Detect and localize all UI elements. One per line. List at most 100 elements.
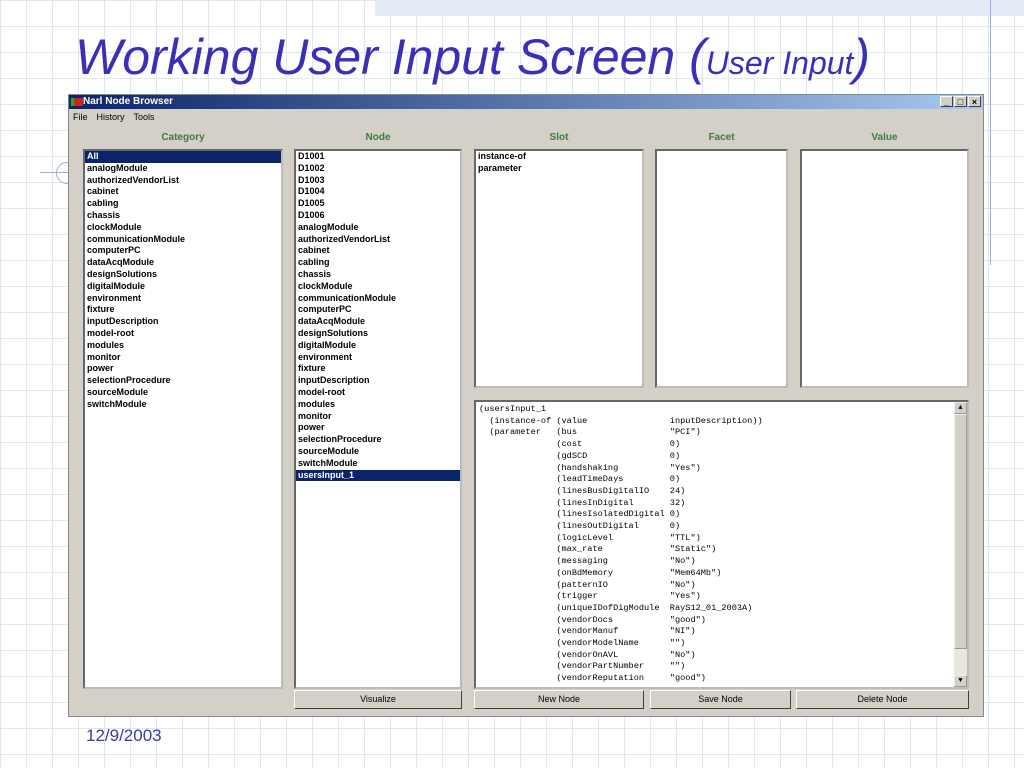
category-list-item[interactable]: designSolutions [85,269,281,281]
category-list-item[interactable]: power [85,363,281,375]
node-definition-text[interactable]: (usersInput_1 (instance-of (value inputD… [474,400,969,689]
slot-list-item[interactable]: parameter [476,163,642,175]
category-list[interactable]: All analogModule authorizedVendorList cabin… [83,149,283,689]
code-line: (vendorModelName "") [479,638,686,649]
category-list-item[interactable]: switchModule [85,399,281,411]
title-bar[interactable]: Narl Node Browser _ □ × [69,95,983,109]
category-list-item[interactable]: fixture [85,304,281,316]
facet-header: Facet [708,132,735,143]
code-line: (vendorOnAVL "No") [479,649,696,660]
slot-list-item[interactable]: instance-of [476,151,642,163]
save-node-button[interactable]: Save Node [650,690,791,709]
node-list-item[interactable]: D1005 [296,198,460,210]
scroll-up-button[interactable]: ▲ [954,402,967,414]
decorative-band [375,0,1024,16]
close-button[interactable]: × [968,96,981,107]
value-header: Value [871,132,898,143]
node-header: Node [365,132,391,143]
node-list[interactable]: D1001 D1002 D1003 D1004 D1005 D1006 analogModu… [294,149,462,689]
node-list-item[interactable]: dataAcqModule [296,316,460,328]
node-list-item[interactable]: cabinet [296,245,460,257]
scrollbar[interactable]: ▲ ▼ [954,402,967,687]
category-list-item[interactable]: sourceModule [85,387,281,399]
slide-date: 12/9/2003 [86,726,162,745]
code-line: (linesIsolatedDigital 0) [479,509,681,520]
node-list-item[interactable]: D1003 [296,175,460,187]
node-list-item[interactable]: D1006 [296,210,460,222]
category-list-item[interactable]: computerPC [85,245,281,257]
maximize-button[interactable]: □ [954,96,967,107]
menu-tools[interactable]: Tools [134,109,155,125]
node-list-item[interactable]: D1004 [296,186,460,198]
node-list-item[interactable]: modules [296,399,460,411]
code-line: (messaging "No") [479,556,696,567]
node-list-item[interactable]: power [296,422,460,434]
node-list-item[interactable]: fixture [296,363,460,375]
code-line: (handshaking "Yes") [479,462,701,473]
code-line: (onBdMemory "Mem64Mb") [479,567,722,578]
slot-header: Slot [549,132,569,143]
node-list-item[interactable]: D1001 [296,151,460,163]
decorative-line [990,0,991,265]
slot-list[interactable]: instance-of parameter [474,149,644,388]
code-line: (usersInput_1 [479,404,547,414]
visualize-button[interactable]: Visualize [294,690,462,709]
code-line: (cost 0) [479,439,681,450]
new-node-button[interactable]: New Node [474,690,644,709]
title-sub: User Input [705,45,854,81]
title-main: Working User Input Screen ( [75,29,706,85]
node-list-item[interactable]: analogModule [296,222,460,234]
scroll-thumb[interactable] [954,414,967,649]
category-list-item[interactable]: All [85,151,281,163]
category-list-item[interactable]: modules [85,340,281,352]
code-line: (gdSCD 0) [479,450,681,461]
category-list-item[interactable]: monitor [85,352,281,364]
code-line: (logicLevel "TTL") [479,532,701,543]
node-list-item[interactable]: switchModule [296,458,460,470]
node-list-item[interactable]: authorizedVendorList [296,234,460,246]
category-list-item[interactable]: authorizedVendorList [85,175,281,187]
category-list-item[interactable]: model-root [85,328,281,340]
node-list-item[interactable]: digitalModule [296,340,460,352]
category-list-item[interactable]: clockModule [85,222,281,234]
node-list-item[interactable]: environment [296,352,460,364]
node-list-item[interactable]: monitor [296,411,460,423]
node-list-item[interactable]: model-root [296,387,460,399]
code-line: (linesInDigital 32) [479,497,686,508]
node-list-item[interactable]: clockModule [296,281,460,293]
minimize-button[interactable]: _ [940,96,953,107]
menu-file[interactable]: File [73,109,88,125]
node-list-item[interactable]: designSolutions [296,328,460,340]
code-line: (max_rate "Static") [479,544,717,555]
category-list-item[interactable]: cabling [85,198,281,210]
node-list-item[interactable]: sourceModule [296,446,460,458]
facet-list[interactable] [655,149,788,388]
node-list-item[interactable]: cabling [296,257,460,269]
category-list-item[interactable]: digitalModule [85,281,281,293]
category-list-item[interactable]: communicationModule [85,234,281,246]
node-list-item[interactable]: usersInput_1 [296,469,460,482]
category-list-item[interactable]: environment [85,293,281,305]
delete-node-button[interactable]: Delete Node [796,690,969,709]
category-header: Category [161,132,205,143]
category-list-item[interactable]: cabinet [85,186,281,198]
category-list-item[interactable]: analogModule [85,163,281,175]
category-list-item[interactable]: chassis [85,210,281,222]
menu-history[interactable]: History [97,109,125,125]
node-list-item[interactable]: selectionProcedure [296,434,460,446]
code-line: (linesOutDigital 0) [479,521,681,532]
node-list-item[interactable]: communicationModule [296,293,460,305]
value-list[interactable] [800,149,969,388]
node-list-item[interactable]: D1002 [296,163,460,175]
scroll-down-button[interactable]: ▼ [954,675,967,687]
node-list-item[interactable]: computerPC [296,304,460,316]
slide-title: Working User Input Screen (User Input) [75,28,870,86]
category-list-item[interactable]: inputDescription [85,316,281,328]
window-title: Narl Node Browser [83,96,174,107]
node-list-item[interactable]: chassis [296,269,460,281]
category-list-item[interactable]: selectionProcedure [85,375,281,387]
title-close: ) [853,29,871,85]
node-list-item[interactable]: inputDescription [296,375,460,387]
category-list-item[interactable]: dataAcqModule [85,257,281,269]
code-line: (uniqueIDofDigModule RayS12_01_2003A) [479,602,753,613]
